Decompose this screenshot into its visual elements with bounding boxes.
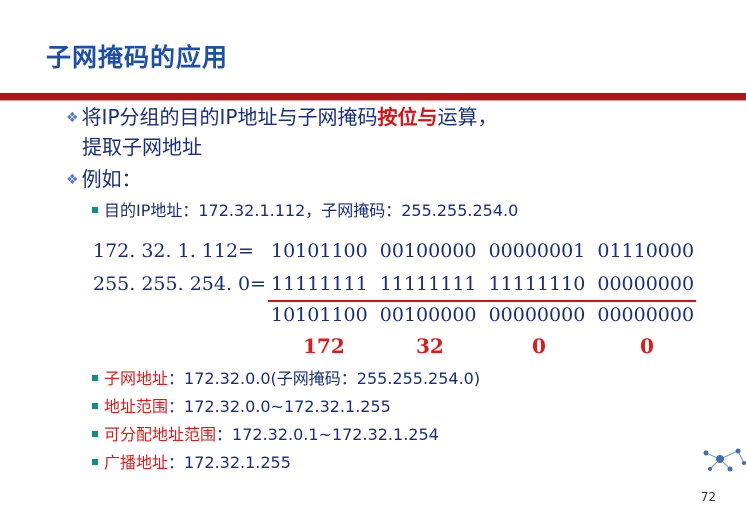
result-assignable-label: 可分配地址范围: [104, 425, 217, 444]
page-number: 72: [700, 490, 716, 504]
bullet-1-text-pre: 将IP分组的目的IP地址与子网掩码: [81, 105, 378, 129]
square-bullet-icon: [92, 431, 98, 437]
example-text: 目的IP地址：172.32.1.112，子网掩码：255.255.254.0: [104, 201, 519, 220]
example-line: 目的IP地址：172.32.1.112，子网掩码：255.255.254.0: [92, 198, 518, 224]
calc-row-2-bits: 11111111 11111111 11111110 00000000: [271, 273, 695, 295]
result-range-label: 地址范围: [104, 397, 169, 416]
bullet-1: ❖ 将IP分组的目的IP地址与子网掩码按位与运算，: [66, 103, 497, 133]
bullet-2-text: 例如：: [81, 167, 142, 191]
square-bullet-icon: [92, 375, 98, 381]
square-bullet-icon: [92, 207, 98, 213]
slide-title: 子网掩码的应用: [46, 43, 229, 72]
result-broadcast-label: 广播地址: [104, 453, 169, 472]
result-assignable-value: ：172.32.0.1~172.32.1.254: [216, 425, 439, 444]
diamond-bullet-icon: ❖: [66, 172, 79, 188]
title-divider-shadow: [0, 100, 746, 101]
bullet-1-highlight: 按位与: [377, 105, 438, 129]
title-divider: [0, 93, 746, 100]
calc-row-1-bits: 10101100 00100000 00000001 01110000: [271, 240, 695, 262]
square-bullet-icon: [92, 459, 98, 465]
calc-row-1-label: 172. 32. 1. 112=: [93, 240, 254, 262]
result-subnet-label: 子网地址: [104, 369, 169, 388]
decimal-octet-1: 172: [303, 334, 345, 358]
decimal-octet-3: 0: [532, 334, 546, 358]
square-bullet-icon: [92, 403, 98, 409]
calc-row-2-label: 255. 255. 254. 0=: [93, 273, 267, 295]
decimal-octet-4: 0: [640, 334, 654, 358]
calc-separator-line: [268, 300, 696, 302]
bullet-1-text-post: 运算，: [437, 105, 498, 129]
diamond-bullet-icon: ❖: [66, 110, 79, 126]
result-range-value: ：172.32.0.0~172.32.1.255: [168, 397, 391, 416]
result-broadcast: 广播地址：172.32.1.255: [92, 450, 291, 476]
result-range: 地址范围：172.32.0.0~172.32.1.255: [92, 394, 391, 420]
result-assignable: 可分配地址范围：172.32.0.1~172.32.1.254: [92, 422, 439, 448]
result-broadcast-value: ：172.32.1.255: [168, 453, 291, 472]
result-subnet: 子网地址：172.32.0.0(子网掩码：255.255.254.0): [92, 366, 480, 392]
decimal-octet-2: 32: [416, 334, 444, 358]
network-graphic-icon: [703, 448, 746, 472]
bullet-2: ❖ 例如：: [66, 165, 142, 195]
calc-row-3-bits: 10101100 00100000 00000000 00000000: [271, 304, 695, 326]
result-subnet-value: ：172.32.0.0(子网掩码：255.255.254.0): [168, 369, 481, 388]
bullet-1-line-2: 提取子网地址: [82, 135, 202, 159]
